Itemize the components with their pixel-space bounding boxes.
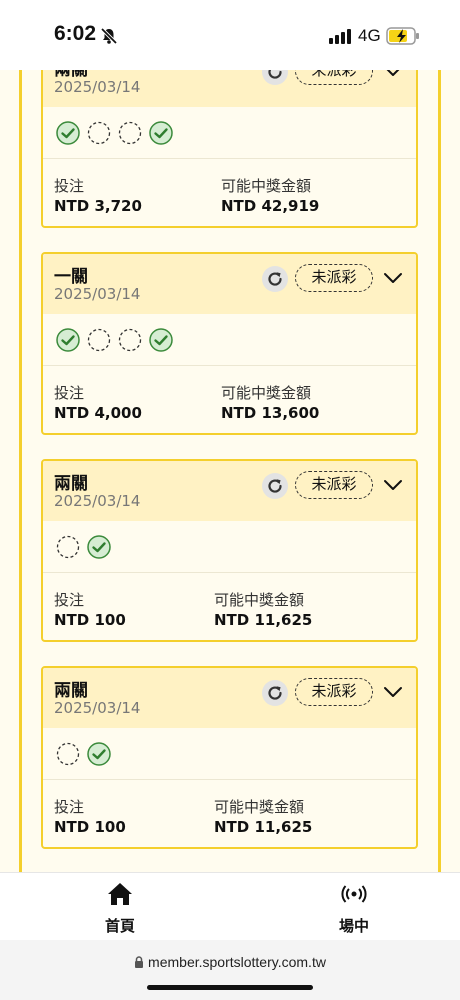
bet-card-header[interactable]: 一關 2025/03/14 未派彩: [43, 254, 416, 314]
legs-row: [43, 314, 416, 366]
chevron-down-icon[interactable]: [382, 268, 404, 288]
bet-amounts: 投注 NTD 4,000 可能中獎金額 NTD 13,600: [43, 366, 416, 433]
check-circle-icon: [56, 327, 80, 352]
bet-card[interactable]: 兩關 2025/03/14 未派彩投注 NTD 100 可能中獎金額 NTD 11,625: [41, 459, 418, 642]
status-badge: 未派彩: [295, 471, 373, 499]
bet-list[interactable]: 兩關 2025/03/14 未派彩 投注 NTD 3,720 可能中獎金額 NTD 42,9…: [0, 70, 460, 872]
bet-type: 兩關: [54, 474, 88, 494]
chevron-down-icon[interactable]: [382, 682, 404, 702]
page-border-right: [438, 70, 441, 872]
check-circle-icon: [56, 120, 80, 145]
check-circle-icon: [149, 327, 173, 352]
stake-value: NTD 4,000: [54, 404, 142, 422]
refresh-icon[interactable]: [262, 680, 288, 706]
nav-home[interactable]: 首頁: [80, 881, 160, 936]
stake-value: NTD 3,720: [54, 197, 142, 215]
legs-row: [43, 521, 416, 573]
bet-card-header[interactable]: 兩關 2025/03/14 未派彩: [43, 461, 416, 521]
payout-value: NTD 13,600: [221, 404, 320, 422]
nav-live[interactable]: 場中: [314, 881, 394, 936]
payout-label: 可能中獎金額: [214, 798, 305, 816]
stake-value: NTD 100: [54, 611, 126, 629]
stake-label: 投注: [54, 591, 85, 609]
home-indicator: [147, 985, 313, 990]
url-display[interactable]: member.sportslottery.com.tw: [0, 954, 460, 970]
payout-value: NTD 11,625: [214, 818, 313, 836]
check-circle-icon: [87, 534, 111, 559]
broadcast-icon: [341, 885, 367, 903]
browser-url-bar[interactable]: member.sportslottery.com.tw: [0, 940, 460, 1000]
nav-live-label: 場中: [338, 917, 369, 935]
dashed-circle-icon: [87, 328, 111, 351]
status-badge: 未派彩: [295, 678, 373, 706]
bet-date: 2025/03/14: [54, 78, 141, 96]
home-icon: [108, 883, 132, 905]
bet-card-header[interactable]: 兩關 2025/03/14 未派彩: [43, 668, 416, 728]
dashed-circle-icon: [56, 535, 80, 558]
bet-card-header[interactable]: 兩關 2025/03/14 未派彩: [43, 70, 416, 107]
stake-label: 投注: [54, 384, 85, 402]
dashed-circle-icon: [87, 121, 111, 144]
bottom-nav: 首頁 場中: [0, 872, 460, 940]
dashed-circle-icon: [118, 328, 142, 351]
stake-label: 投注: [54, 798, 85, 816]
bet-amounts: 投注 NTD 3,720 可能中獎金額 NTD 42,919: [43, 159, 416, 226]
dashed-circle-icon: [56, 742, 80, 765]
refresh-icon[interactable]: [262, 70, 288, 85]
legs-row: [43, 728, 416, 780]
url-text: member.sportslottery.com.tw: [148, 954, 326, 970]
network-label: 4G: [358, 26, 381, 45]
payout-value: NTD 11,625: [214, 611, 313, 629]
status-badge: 未派彩: [295, 70, 373, 85]
bet-card[interactable]: 兩關 2025/03/14 未派彩投注 NTD 100 可能中獎金額 NTD 11,625: [41, 666, 418, 849]
chevron-down-icon[interactable]: [382, 70, 404, 81]
bet-card[interactable]: 兩關 2025/03/14 未派彩 投注 NTD 3,720 可能中獎金額 NTD 42,9…: [41, 70, 418, 228]
signal-icon: [329, 28, 351, 44]
bet-type: 兩關: [54, 681, 88, 701]
check-circle-icon: [87, 741, 111, 766]
status-bar: 6:02 4G: [0, 0, 460, 70]
bell-slash-icon: [100, 27, 118, 45]
bet-card[interactable]: 一關 2025/03/14 未派彩投注 NTD 4,000 可能中獎金額 NTD 13,6…: [41, 252, 418, 435]
stake-value: NTD 100: [54, 818, 126, 836]
bet-date: 2025/03/14: [54, 699, 141, 717]
payout-label: 可能中獎金額: [214, 591, 305, 609]
bet-amounts: 投注 NTD 100 可能中獎金額 NTD 11,625: [43, 573, 416, 640]
nav-home-label: 首頁: [104, 917, 135, 935]
battery-charging-icon: [386, 27, 419, 45]
payout-value: NTD 42,919: [221, 197, 320, 215]
stake-label: 投注: [54, 177, 85, 195]
check-circle-icon: [149, 120, 173, 145]
bet-type: 一關: [54, 267, 88, 287]
status-time: 6:02: [54, 22, 97, 45]
page-border-left: [19, 70, 22, 872]
lock-icon: [135, 956, 144, 968]
refresh-icon[interactable]: [262, 473, 288, 499]
payout-label: 可能中獎金額: [221, 384, 312, 402]
bet-amounts: 投注 NTD 100 可能中獎金額 NTD 11,625: [43, 780, 416, 847]
bet-date: 2025/03/14: [54, 492, 141, 510]
bet-date: 2025/03/14: [54, 285, 141, 303]
status-badge: 未派彩: [295, 264, 373, 292]
dashed-circle-icon: [118, 121, 142, 144]
legs-row: [43, 107, 416, 159]
payout-label: 可能中獎金額: [221, 177, 312, 195]
chevron-down-icon[interactable]: [382, 475, 404, 495]
refresh-icon[interactable]: [262, 266, 288, 292]
